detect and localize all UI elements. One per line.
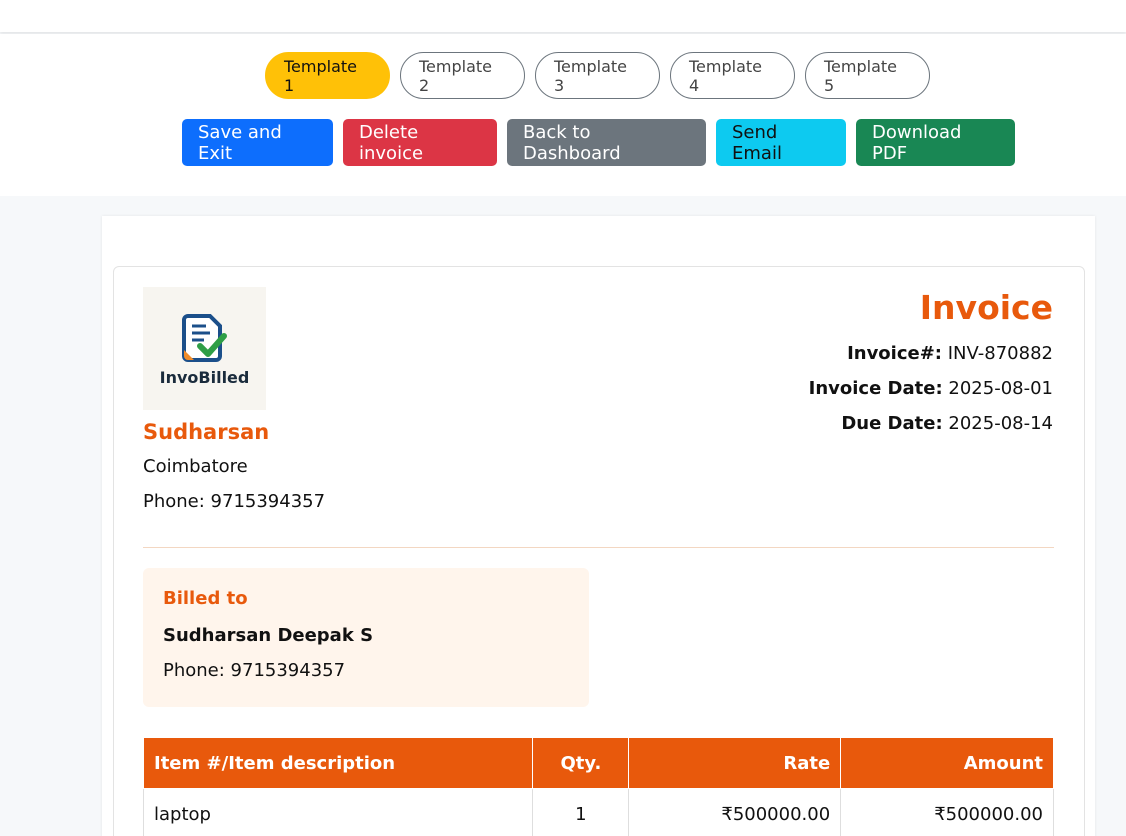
download-pdf-button[interactable]: Download PDF <box>856 119 1015 166</box>
invoice-title: Invoice <box>919 288 1053 327</box>
billed-to-heading: Billed to <box>163 588 248 609</box>
invoice-date: Invoice Date: 2025-08-01 <box>809 378 1053 399</box>
top-navbar <box>0 0 1126 32</box>
item-rate-cell: ₹500000.00 <box>628 788 842 836</box>
header-rate: Rate <box>628 737 842 789</box>
due-date-value: 2025-08-14 <box>948 413 1053 434</box>
header-item-description: Item #/Item description <box>142 737 534 789</box>
template-4-button[interactable]: Template 4 <box>670 52 795 99</box>
header-amount: Amount <box>840 737 1054 789</box>
invoice-number-value: INV-870882 <box>947 343 1053 364</box>
save-and-exit-button[interactable]: Save and Exit <box>182 119 333 166</box>
toolbar-area: Template 1 Template 2 Template 3 Templat… <box>0 34 1126 196</box>
section-divider <box>143 547 1054 548</box>
invoice-number: Invoice#: INV-870882 <box>847 343 1053 364</box>
seller-phone: Phone: 9715394357 <box>143 491 326 512</box>
seller-city: Coimbatore <box>143 456 248 477</box>
company-logo: InvoBilled <box>143 287 266 410</box>
template-3-button[interactable]: Template 3 <box>535 52 660 99</box>
seller-name: Sudharsan <box>143 420 270 444</box>
template-selector: Template 1 Template 2 Template 3 Templat… <box>265 52 930 99</box>
items-table: Item #/Item description Qty. Rate Amount… <box>142 737 1054 836</box>
invoice-date-value: 2025-08-01 <box>948 378 1053 399</box>
delete-invoice-button[interactable]: Delete invoice <box>343 119 497 166</box>
template-1-button[interactable]: Template 1 <box>265 52 390 99</box>
billed-to-phone: Phone: 9715394357 <box>163 660 346 681</box>
template-2-button[interactable]: Template 2 <box>400 52 525 99</box>
back-to-dashboard-button[interactable]: Back to Dashboard <box>507 119 706 166</box>
billed-to-box: Billed to Sudharsan Deepak S Phone: 9715… <box>143 568 589 707</box>
due-date-label: Due Date: <box>841 413 943 434</box>
invoice-number-label: Invoice#: <box>847 343 943 364</box>
table-row: laptop 1 ₹500000.00 ₹500000.00 <box>142 788 1054 836</box>
due-date: Due Date: 2025-08-14 <box>841 413 1053 434</box>
item-description-cell: laptop <box>142 788 534 836</box>
invoice-date-label: Invoice Date: <box>808 378 943 399</box>
header-qty: Qty. <box>532 737 630 789</box>
item-qty-cell: 1 <box>532 788 630 836</box>
item-amount-cell: ₹500000.00 <box>840 788 1054 836</box>
table-header-row: Item #/Item description Qty. Rate Amount <box>142 737 1054 789</box>
send-email-button[interactable]: Send Email <box>716 119 846 166</box>
invoice-check-icon <box>181 314 227 362</box>
billed-to-name: Sudharsan Deepak S <box>163 625 374 646</box>
logo-text: InvoBilled <box>159 368 250 387</box>
template-5-button[interactable]: Template 5 <box>805 52 930 99</box>
action-buttons: Save and Exit Delete invoice Back to Das… <box>182 119 1015 166</box>
